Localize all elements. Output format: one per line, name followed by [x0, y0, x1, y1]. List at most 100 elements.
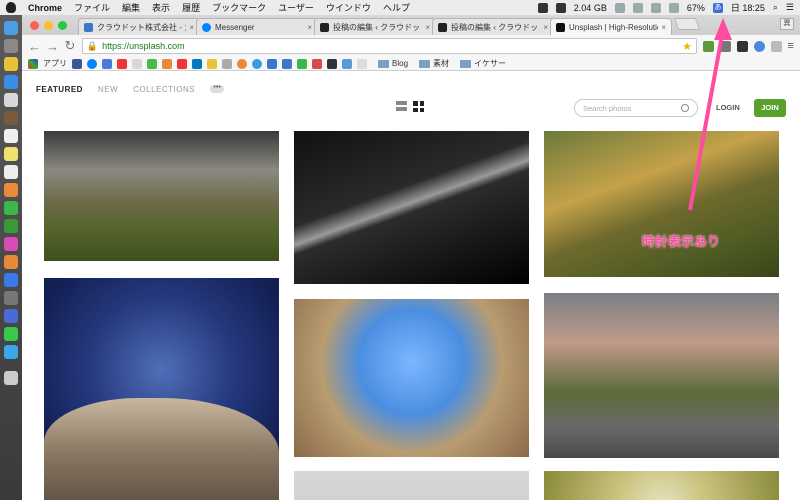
safari-icon[interactable] [4, 75, 18, 89]
memory-readout[interactable]: 2.04 GB [574, 3, 607, 13]
facetime-icon[interactable] [4, 219, 18, 233]
itunes-icon[interactable] [4, 237, 18, 251]
dropbox-icon[interactable] [614, 2, 625, 13]
chrome-icon[interactable] [4, 57, 18, 71]
tab-messenger[interactable]: Messenger × [196, 18, 318, 35]
photo-mountain-valley[interactable] [544, 131, 779, 277]
messages-icon[interactable] [4, 201, 18, 215]
menu-help[interactable]: ヘルプ [383, 1, 410, 14]
wordpress-bookmark-icon[interactable] [207, 58, 217, 69]
calendar-icon[interactable] [4, 129, 18, 143]
messenger-bookmark-icon[interactable] [87, 58, 97, 69]
bookmark-folder-ikesa[interactable]: イケサー [460, 58, 506, 69]
mail-icon[interactable] [4, 93, 18, 107]
grid-view-icon[interactable] [413, 101, 424, 112]
join-button[interactable]: JOIN [754, 99, 786, 117]
box-bookmark-icon[interactable] [267, 58, 277, 69]
more-menu-button[interactable]: ••• [210, 84, 225, 93]
bookmark-star-icon[interactable]: ★ [682, 40, 692, 53]
notes-icon[interactable] [4, 111, 18, 125]
input-method-icon[interactable]: あ [712, 2, 723, 13]
photo-mountains-clouds[interactable] [44, 131, 279, 261]
photo-skyscraper-bw[interactable] [294, 131, 529, 284]
search-input[interactable]: Search photos [574, 99, 698, 117]
apps-label[interactable]: アプリ [43, 58, 67, 69]
twitter-icon[interactable] [4, 345, 18, 359]
chrome-menu-icon[interactable]: ≡ [788, 40, 794, 52]
generic-bookmark-icon[interactable] [222, 58, 232, 69]
extension-evernote-icon[interactable] [703, 40, 714, 52]
stickies-icon[interactable] [4, 147, 18, 161]
menu-history[interactable]: 履歴 [182, 1, 200, 14]
tab-edit-post-1[interactable]: 投稿の編集 ‹ クラウドット株 × [314, 18, 436, 35]
trash-icon[interactable] [4, 371, 18, 385]
line-icon[interactable] [4, 327, 18, 341]
maps-bookmark-icon[interactable] [147, 58, 157, 69]
new-tab-button[interactable] [673, 18, 701, 30]
xcode-icon[interactable] [4, 309, 18, 323]
tab-crowdot[interactable]: クラウドット株式会社 - カ × [78, 18, 200, 35]
close-tab-icon[interactable]: × [425, 23, 430, 32]
ibooks-icon[interactable] [4, 255, 18, 269]
box2-bookmark-icon[interactable] [282, 58, 292, 69]
menu-bookmarks[interactable]: ブックマーク [212, 1, 266, 14]
zoom-window-button[interactable] [58, 21, 67, 30]
chrome-bookmark-icon[interactable] [252, 58, 262, 69]
amazon-bookmark-icon[interactable] [327, 58, 337, 69]
close-tab-icon[interactable]: × [307, 23, 312, 32]
extension-page-icon[interactable] [770, 40, 782, 52]
doc-bookmark-icon[interactable] [357, 58, 367, 69]
list-view-icon[interactable] [396, 101, 407, 112]
drive-bookmark-icon[interactable] [297, 58, 307, 69]
cloud-icon[interactable] [632, 2, 643, 13]
minimize-window-button[interactable] [44, 21, 53, 30]
photo-flower[interactable] [544, 471, 779, 500]
app-store-icon[interactable] [4, 273, 18, 287]
url-text[interactable]: https://unsplash.com [102, 41, 682, 51]
back-arrow-icon[interactable]: ← [28, 39, 41, 54]
close-tab-icon[interactable]: × [543, 23, 548, 32]
photo-lake-dolomites[interactable] [544, 293, 779, 458]
secure-lock-icon[interactable]: 🔒 [87, 41, 98, 52]
forward-arrow-icon[interactable]: → [46, 39, 59, 54]
close-window-button[interactable] [30, 21, 39, 30]
extension-pocket-icon[interactable] [719, 40, 731, 52]
finder-icon[interactable] [4, 21, 18, 35]
battery-readout[interactable]: 67% [687, 3, 705, 13]
bookmark-folder-materials[interactable]: 素材 [419, 58, 449, 69]
nav-featured[interactable]: FEATURED [36, 85, 83, 94]
apps-icon[interactable] [28, 58, 38, 69]
line-status-icon[interactable] [537, 2, 548, 13]
close-tab-icon[interactable]: × [661, 23, 666, 32]
nav-new[interactable]: NEW [98, 85, 118, 94]
extension-dark-icon[interactable] [736, 40, 748, 52]
address-bar[interactable]: 🔒 https://unsplash.com ★ [81, 38, 698, 54]
menu-edit[interactable]: 編集 [122, 1, 140, 14]
photo-buildings-sky[interactable] [294, 299, 529, 457]
memory-icon[interactable] [555, 2, 566, 13]
firefox-bookmark-icon[interactable] [237, 58, 247, 69]
photos-icon[interactable] [4, 183, 18, 197]
tab-edit-post-2[interactable]: 投稿の編集 ‹ クラウドット株 × [432, 18, 554, 35]
gmail-bookmark-icon[interactable] [132, 58, 142, 69]
profile-button[interactable]: 異 [780, 18, 794, 30]
preferences-icon[interactable] [4, 291, 18, 305]
apple-menu-icon[interactable] [6, 2, 16, 13]
search-icon[interactable] [681, 104, 689, 112]
menu-view[interactable]: 表示 [152, 1, 170, 14]
wifi-icon[interactable] [668, 2, 679, 13]
shopping-bookmark-icon[interactable] [312, 58, 322, 69]
close-tab-icon[interactable]: × [189, 23, 194, 32]
login-button[interactable]: LOGIN [716, 103, 740, 112]
tab-unsplash[interactable]: Unsplash | High-Resolutio × [550, 18, 672, 35]
menu-window[interactable]: ウインドウ [326, 1, 371, 14]
yahoo-bookmark-icon[interactable] [117, 58, 127, 69]
menu-user[interactable]: ユーザー [278, 1, 314, 14]
app-menu[interactable]: Chrome [28, 3, 62, 13]
calendar-bookmark-icon[interactable] [102, 58, 112, 69]
notification-center-icon[interactable]: ☰ [786, 2, 794, 13]
share-bookmark-icon[interactable] [342, 58, 352, 69]
reload-icon[interactable]: ↻ [64, 38, 76, 54]
trello-bookmark-icon[interactable] [192, 58, 202, 69]
airplay-icon[interactable] [650, 2, 661, 13]
